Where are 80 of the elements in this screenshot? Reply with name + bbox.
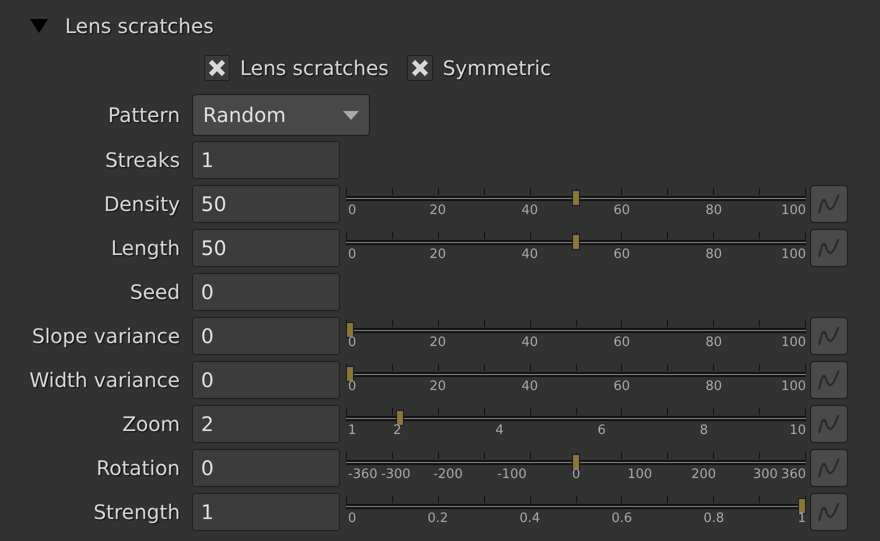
- input-field[interactable]: 0: [192, 361, 340, 399]
- field-label: Width variance: [28, 368, 181, 392]
- tick-label: 20: [430, 379, 446, 395]
- field-label: Slope variance: [31, 324, 181, 348]
- tick-label: 100: [781, 379, 806, 395]
- slider-thumb[interactable]: [572, 234, 580, 250]
- tick-label: 100: [781, 335, 806, 351]
- field-label: Pattern: [107, 103, 181, 127]
- tick-label: -200: [433, 467, 463, 483]
- field-label: Zoom: [121, 412, 181, 436]
- tick-label: 100: [781, 203, 806, 219]
- caret-icon: [343, 110, 359, 120]
- tick-label: 0.8: [704, 511, 724, 527]
- tick-label: 0: [572, 467, 580, 483]
- tick-label: -360: [348, 467, 378, 483]
- slider-thumb[interactable]: [346, 322, 354, 338]
- tick-label: 0.6: [612, 511, 632, 527]
- tick-label: 10: [789, 423, 806, 439]
- section-title: Lens scratches: [65, 14, 214, 38]
- slider-thumb[interactable]: [798, 498, 806, 514]
- checkbox[interactable]: Lens scratches: [204, 55, 389, 81]
- tick-label: 40: [522, 379, 538, 395]
- tick-label: 80: [706, 335, 722, 351]
- tick-label: 60: [614, 335, 630, 351]
- input-field[interactable]: 0: [192, 449, 340, 487]
- input-field[interactable]: 0: [192, 273, 340, 311]
- input-field[interactable]: 1: [192, 493, 340, 531]
- tick-label: -300: [381, 467, 411, 483]
- tick-label: 40: [522, 203, 538, 219]
- tick-label: 2: [393, 423, 402, 439]
- checkbox-label: Lens scratches: [240, 56, 389, 80]
- tick-label: 60: [614, 379, 630, 395]
- field-label: Strength: [92, 500, 181, 524]
- tick-label: 20: [430, 203, 446, 219]
- input-field[interactable]: 2: [192, 405, 340, 443]
- tick-label: 6: [598, 423, 606, 439]
- field-label: Streaks: [104, 148, 181, 172]
- field-label: Seed: [129, 280, 181, 304]
- tick-label: -100: [497, 467, 527, 483]
- tick-label: 0: [348, 379, 356, 395]
- tick-label: 80: [706, 379, 722, 395]
- tick-label: 60: [614, 203, 630, 219]
- tick-label: 40: [522, 335, 538, 351]
- input-field[interactable]: 50: [192, 185, 340, 223]
- tick-label: 200: [691, 467, 716, 483]
- tick-label: 300: [753, 467, 778, 483]
- checkbox-label: Symmetric: [442, 56, 552, 80]
- tick-label: 60: [614, 247, 630, 263]
- tick-label: 1: [348, 423, 356, 439]
- input-field[interactable]: 1: [192, 141, 340, 179]
- slider-thumb[interactable]: [396, 410, 404, 426]
- tick-label: 0: [348, 247, 356, 263]
- slider-thumb[interactable]: [346, 366, 354, 382]
- tick-label: 1: [798, 511, 806, 527]
- field-label: Rotation: [95, 456, 181, 480]
- tick-label: 100: [627, 467, 652, 483]
- tick-label: 40: [522, 247, 538, 263]
- tick-label: 80: [706, 203, 722, 219]
- tick-label: 0.4: [520, 511, 540, 527]
- tick-label: 20: [430, 247, 446, 263]
- field-label: Length: [110, 236, 181, 260]
- tick-label: 100: [781, 247, 806, 263]
- pattern-dropdown[interactable]: Random: [192, 94, 370, 136]
- checkbox-box[interactable]: [406, 55, 433, 81]
- tick-label: 360: [781, 467, 806, 483]
- input-field[interactable]: 0: [192, 317, 340, 355]
- input-field[interactable]: 50: [192, 229, 340, 267]
- tick-label: 80: [706, 247, 722, 263]
- slider-thumb[interactable]: [572, 454, 580, 470]
- tick-label: 8: [700, 423, 708, 439]
- tick-label: 4: [495, 423, 504, 439]
- checkbox[interactable]: Symmetric: [406, 55, 552, 81]
- tick-label: 0: [348, 511, 356, 527]
- tick-label: 0.2: [428, 511, 448, 527]
- field-label: Density: [102, 192, 181, 216]
- checkbox-box[interactable]: [204, 55, 230, 81]
- tick-label: 0: [348, 335, 356, 351]
- tick-label: 20: [430, 335, 446, 351]
- tick-label: 0: [348, 203, 356, 219]
- slider-thumb[interactable]: [572, 190, 580, 206]
